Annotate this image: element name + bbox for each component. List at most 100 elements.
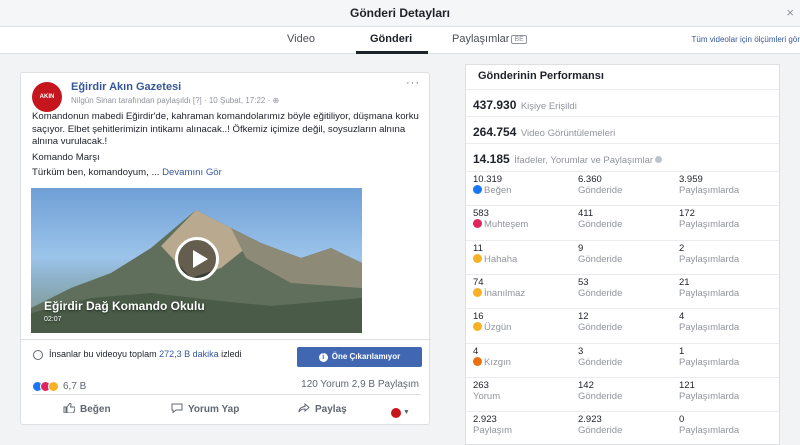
angry-icon — [473, 356, 482, 366]
close-icon[interactable]: × — [786, 5, 794, 20]
info-icon[interactable] — [655, 156, 663, 163]
breakdown-row: 2.923 Paylaşım 2.923 Gönderide 0 Paylaşımlard… — [466, 411, 779, 445]
breakdown-on-shares-cell: 4 Paylaşımlarda — [679, 311, 739, 333]
breakdown-total-cell: 4 Kızgın — [473, 346, 511, 368]
on-shares-label: Paylaşımlarda — [679, 185, 740, 196]
haha-icon — [473, 253, 482, 263]
breakdown-type-name: Hahaha — [484, 253, 518, 265]
see-more-link[interactable]: Devamını Gör — [162, 167, 222, 178]
breakdown-type-name: Beğen — [484, 185, 512, 196]
breakdown-on-shares-cell: 1 Paylaşımlarda — [679, 346, 739, 368]
on-post-label: Gönderide — [578, 425, 623, 437]
breakdown-type-label: Hahaha — [473, 253, 518, 265]
breakdown-on-post-cell: 6.360 Gönderide — [578, 174, 622, 196]
video-title: Eğirdir Dağ Komando Okulu — [44, 299, 205, 313]
like-icon — [473, 185, 482, 194]
breakdown-total: 263 — [473, 379, 489, 391]
post-paragraph-last: Türküm ben, komandoyum, ... Devamını Gör — [32, 167, 424, 180]
post-meta: Nilgün Sinan tarafından paylaşıldı [?] ·… — [71, 96, 280, 105]
breakdown-type-label: Yorum — [473, 391, 500, 402]
page-avatar-icon — [391, 407, 401, 418]
minutes-viewed: İnsanlar bu videoyu toplam 272,3 B dakik… — [49, 349, 242, 359]
thumbs-up-icon — [63, 403, 75, 413]
breakdown-total: 16 — [473, 311, 484, 323]
more-options-icon[interactable]: ··· — [406, 77, 420, 89]
breakdown-total: 583 — [473, 208, 489, 220]
breakdown-on-post-cell: 142 Gönderide — [578, 380, 622, 402]
like-button[interactable]: Beğen — [63, 403, 111, 415]
tab-post[interactable]: Gönderi — [370, 33, 412, 45]
breakdown-on-shares-cell: 121 Paylaşımlarda — [679, 380, 739, 402]
page-name-link[interactable]: Eğirdir Akın Gazetesi — [71, 81, 181, 93]
breakdown-on-post: 9 — [578, 242, 584, 254]
on-post-label: Gönderide — [578, 356, 623, 368]
breakdown-total-cell: 583 Muhteşem — [473, 208, 528, 230]
breakdown-total-cell: 11 Hahaha — [473, 243, 517, 265]
video-player[interactable]: Eğirdir Dağ Komando Okulu 02:07 — [31, 188, 362, 333]
breakdown-row: 263 Yorum 142 Gönderide 121 Paylaşımlarda — [466, 376, 779, 411]
tab-shares-label: Paylaşımlar — [452, 33, 510, 45]
reach-label: Kişiye Erişildi — [520, 101, 577, 112]
views-label: Video Görüntülemeleri — [520, 128, 616, 139]
breakdown-total: 11 — [473, 242, 483, 254]
wow-icon — [48, 381, 59, 393]
video-duration: 02:07 — [44, 316, 62, 323]
minutes-suffix: izledi — [221, 349, 242, 359]
breakdown-row: 74 İnanılmaz 53 Gönderide 21 Paylaşımlarda — [466, 273, 779, 308]
breakdown-on-shares: 0 — [679, 414, 685, 426]
promote-button[interactable]: i Öne Çıkarılamıyor — [297, 347, 422, 367]
promote-button-label: Öne Çıkarılamıyor — [331, 352, 401, 361]
on-post-label: Gönderide — [578, 219, 623, 231]
on-shares-label: Paylaşımlarda — [679, 219, 740, 231]
post-card: AKIN Eğirdir Akın Gazetesi Nilgün Sinan … — [20, 72, 431, 425]
on-post-label: Gönderide — [578, 390, 623, 402]
minutes-value-link[interactable]: 272,3 B dakika — [159, 349, 219, 359]
share-label: Paylaş — [315, 404, 347, 415]
comment-label: Yorum Yap — [188, 404, 240, 415]
breakdown-on-post-cell: 2.923 Gönderide — [578, 414, 622, 436]
breakdown-on-post-cell: 3 Gönderide — [578, 346, 622, 368]
comment-button[interactable]: Yorum Yap — [171, 403, 239, 415]
breakdown-on-post: 2.923 — [578, 414, 602, 426]
avatar[interactable]: AKIN — [32, 82, 62, 112]
comment-icon — [171, 403, 183, 413]
breakdown-on-shares-cell: 21 Paylaşımlarda — [679, 277, 739, 299]
share-icon — [298, 403, 310, 413]
divider — [21, 339, 431, 340]
share-button[interactable]: Paylaş — [298, 403, 347, 415]
divider — [32, 394, 421, 395]
reaction-summary[interactable]: 6,7 B — [32, 378, 86, 393]
comment-share-counts[interactable]: 120 Yorum 2,9 B Paylaşım — [301, 379, 419, 390]
all-videos-metrics-link[interactable]: Tüm videolar için ölçümleri gör — [692, 35, 800, 44]
breakdown-on-shares-cell: 3.959 Paylaşımlarda — [679, 174, 739, 196]
dialog-title: Gönderi Detayları — [349, 6, 451, 20]
breakdown-total: 10.319 — [473, 174, 503, 185]
breakdown-on-shares: 3.959 — [679, 174, 703, 185]
breakdown-type-label: Muhteşem — [473, 219, 528, 230]
play-icon[interactable] — [175, 237, 219, 281]
breakdown-total-cell: 263 Yorum — [473, 380, 500, 402]
breakdown-total-cell: 2.923 Paylaşım — [473, 414, 512, 436]
views-value: 264.754 — [473, 125, 517, 139]
dialog-header: Gönderi Detayları × — [0, 0, 800, 27]
tab-video[interactable]: Video — [287, 33, 315, 45]
performance-panel: Gönderinin Performansı 437.930 Kişiye Er… — [465, 64, 780, 445]
breakdown-on-shares: 2 — [679, 242, 685, 254]
on-shares-label: Paylaşımlarda — [679, 322, 740, 334]
breakdown-total-cell: 74 İnanılmaz — [473, 277, 525, 299]
breakdown-on-shares: 121 — [679, 379, 695, 391]
breakdown-total-cell: 10.319 Beğen — [473, 174, 511, 196]
share-as-selector[interactable]: ▼ — [391, 404, 410, 422]
tab-shares[interactable]: Paylaşımlar BE — [452, 33, 527, 45]
breakdown-on-shares: 4 — [679, 311, 685, 323]
on-shares-label: Paylaşımlarda — [679, 390, 740, 402]
breakdown-type-name: İnanılmaz — [484, 287, 526, 299]
on-post-label: Gönderide — [578, 185, 623, 196]
breakdown-on-post-cell: 53 Gönderide — [578, 277, 622, 299]
on-shares-label: Paylaşımlarda — [679, 356, 740, 368]
sad-icon — [473, 322, 482, 332]
info-icon: i — [318, 353, 328, 362]
breakdown-on-post: 53 — [578, 276, 589, 288]
breakdown-type-name: Yorum — [473, 390, 501, 402]
breakdown-on-shares-cell: 172 Paylaşımlarda — [679, 208, 739, 230]
